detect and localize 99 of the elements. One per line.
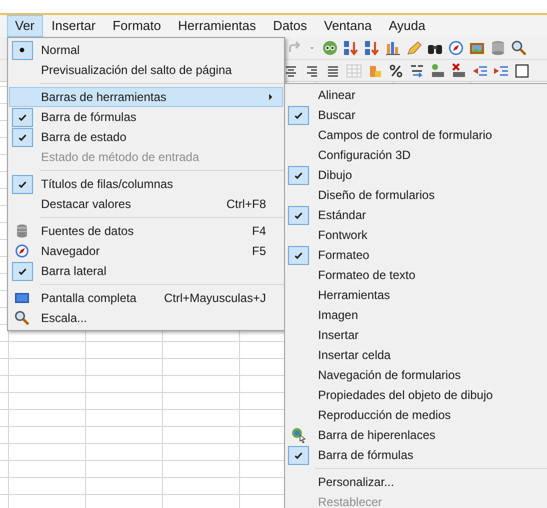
menu-entry[interactable]: Pantalla completa Ctrl+Mayusculas+J <box>9 288 283 308</box>
menu-label: Barra de fórmulas <box>318 447 414 464</box>
border-icon[interactable] <box>514 62 530 78</box>
menu-entry[interactable]: Reproducción de medios <box>286 405 547 425</box>
menu-label: Previsualización del salto de página <box>41 62 233 79</box>
menu-entry[interactable]: Diseño de formularios <box>286 185 547 205</box>
shortcut-label: F5 <box>252 243 267 260</box>
shortcut-label: Ctrl+F8 <box>226 196 267 213</box>
picture-frame-icon[interactable] <box>469 40 485 56</box>
monitor-icon <box>14 290 30 306</box>
menu-label: Pantalla completa <box>41 290 138 307</box>
menu-label: Títulos de filas/columnas <box>41 176 174 193</box>
shortcut-label: F4 <box>252 223 267 240</box>
checkbox[interactable] <box>288 106 309 124</box>
checkbox[interactable] <box>12 108 32 126</box>
checkbox[interactable] <box>12 262 32 280</box>
checkbox[interactable] <box>12 174 32 194</box>
menu-label: Insertar <box>318 327 360 344</box>
hyperlink-globe-icon <box>290 427 306 443</box>
menu-item[interactable]: Herramientas <box>170 15 264 37</box>
menu-entry[interactable]: Barra de fórmulas <box>286 445 547 465</box>
menu-entry[interactable]: Configuración 3D <box>286 145 547 165</box>
database-icon[interactable] <box>490 40 506 56</box>
menu-entry[interactable]: Barra de fórmulas <box>9 107 283 127</box>
menu-label: Propiedades del objeto de dibujo <box>318 387 494 404</box>
menu-entry[interactable]: Buscar <box>286 105 547 125</box>
sort-descending-icon[interactable] <box>364 40 380 56</box>
menu-entry[interactable]: Fontwork <box>286 225 547 245</box>
menu-label: Destacar valores <box>41 196 132 213</box>
menu-entry[interactable]: Navegador F5 <box>9 241 283 261</box>
menu-label: Formateo de texto <box>318 267 416 284</box>
menu-label: Navegador <box>41 243 101 260</box>
menu-label: Barra lateral <box>41 263 108 280</box>
menu-label: Estándar <box>318 207 368 224</box>
sort-ascending-icon[interactable] <box>343 40 359 56</box>
menu-entry[interactable]: Navegación de formularios <box>286 365 547 385</box>
menu-label: Diseño de formularios <box>318 187 436 204</box>
menu-entry[interactable]: Personalizar... <box>286 472 547 492</box>
menu-entry[interactable]: Escala... <box>9 308 283 328</box>
menu-item[interactable]: Ayuda <box>380 15 434 37</box>
pencil-icon[interactable] <box>406 40 422 56</box>
menu-item[interactable]: Formato <box>104 15 169 37</box>
menu-item[interactable]: Insertar <box>44 15 104 37</box>
menu-label: Normal <box>41 42 81 59</box>
bar-chart-icon[interactable] <box>385 40 401 56</box>
checkbox[interactable] <box>288 206 309 224</box>
menu-entry[interactable]: Barra lateral <box>9 261 283 281</box>
menu-label: Escala... <box>41 310 88 327</box>
menu-label: Fuentes de datos <box>41 223 135 240</box>
menu-label: Barra de estado <box>41 129 128 146</box>
checkbox[interactable] <box>12 128 32 146</box>
menu-label: Navegación de formularios <box>318 367 462 384</box>
menu-entry[interactable]: Barras de herramientas <box>9 87 283 107</box>
menu-entry[interactable]: Insertar <box>286 325 547 345</box>
checkbox[interactable] <box>288 446 309 464</box>
menu-entry[interactable]: Destacar valores Ctrl+F8 <box>9 194 283 214</box>
menu-item[interactable]: Datos <box>265 15 315 37</box>
compass-icon[interactable] <box>448 40 464 56</box>
menu-entry[interactable]: Dibujo <box>286 165 547 185</box>
menu-label: Buscar <box>318 107 356 124</box>
menu-item[interactable]: Ver <box>7 15 43 37</box>
menu-item[interactable]: Ventana <box>316 15 380 37</box>
menu-label: Barras de herramientas <box>41 89 168 106</box>
menu-label: Herramientas <box>318 287 392 304</box>
menu-label: Dibujo <box>318 167 354 184</box>
checkbox[interactable] <box>288 166 309 184</box>
search-icon[interactable] <box>511 40 527 56</box>
shortcut-label: Ctrl+Mayusculas+J <box>164 290 267 307</box>
menu-label: Formateo <box>318 247 370 264</box>
menu-label: Barra de fórmulas <box>41 109 138 126</box>
menu-entry[interactable]: Campos de control de formulario <box>286 125 547 145</box>
menu-entry[interactable]: Formateo <box>286 245 547 265</box>
database-icon <box>14 223 30 239</box>
menu-label: Estado de método de entrada <box>41 149 200 166</box>
menu-label: Barra de hiperenlaces <box>318 427 436 444</box>
menu-label: Reproducción de medios <box>318 407 452 424</box>
compass-icon <box>14 243 30 259</box>
menu-label: Restablecer <box>318 494 384 508</box>
menu-entry[interactable]: Propiedades del objeto de dibujo <box>286 385 547 405</box>
search-icon <box>14 310 30 326</box>
menu-entry[interactable]: Barra de estado <box>9 127 283 147</box>
menu-label: Alinear <box>318 87 356 104</box>
menu-label: Fontwork <box>318 227 368 244</box>
menu-entry[interactable]: Barra de hiperenlaces <box>286 425 547 445</box>
menu-entry[interactable]: Insertar celda <box>286 345 547 365</box>
menu-label: Imagen <box>318 307 360 324</box>
menu-entry[interactable]: Títulos de filas/columnas <box>9 174 283 194</box>
menu-entry[interactable]: Estándar <box>286 205 547 225</box>
percent-icon[interactable] <box>388 62 404 78</box>
menu-label: Campos de control de formulario <box>318 127 494 144</box>
menu-entry[interactable]: Imagen <box>286 305 547 325</box>
menu-entry[interactable]: Alinear <box>286 85 547 105</box>
menu-entry[interactable]: Formateo de texto <box>286 265 547 285</box>
menu-entry[interactable]: Herramientas <box>286 285 547 305</box>
menu-label: Personalizar... <box>318 474 396 491</box>
menu-label: Insertar celda <box>318 347 392 364</box>
menu-entry[interactable]: Fuentes de datos F4 <box>9 221 283 241</box>
checkbox[interactable] <box>288 246 309 264</box>
menu-label: Configuración 3D <box>318 147 412 164</box>
